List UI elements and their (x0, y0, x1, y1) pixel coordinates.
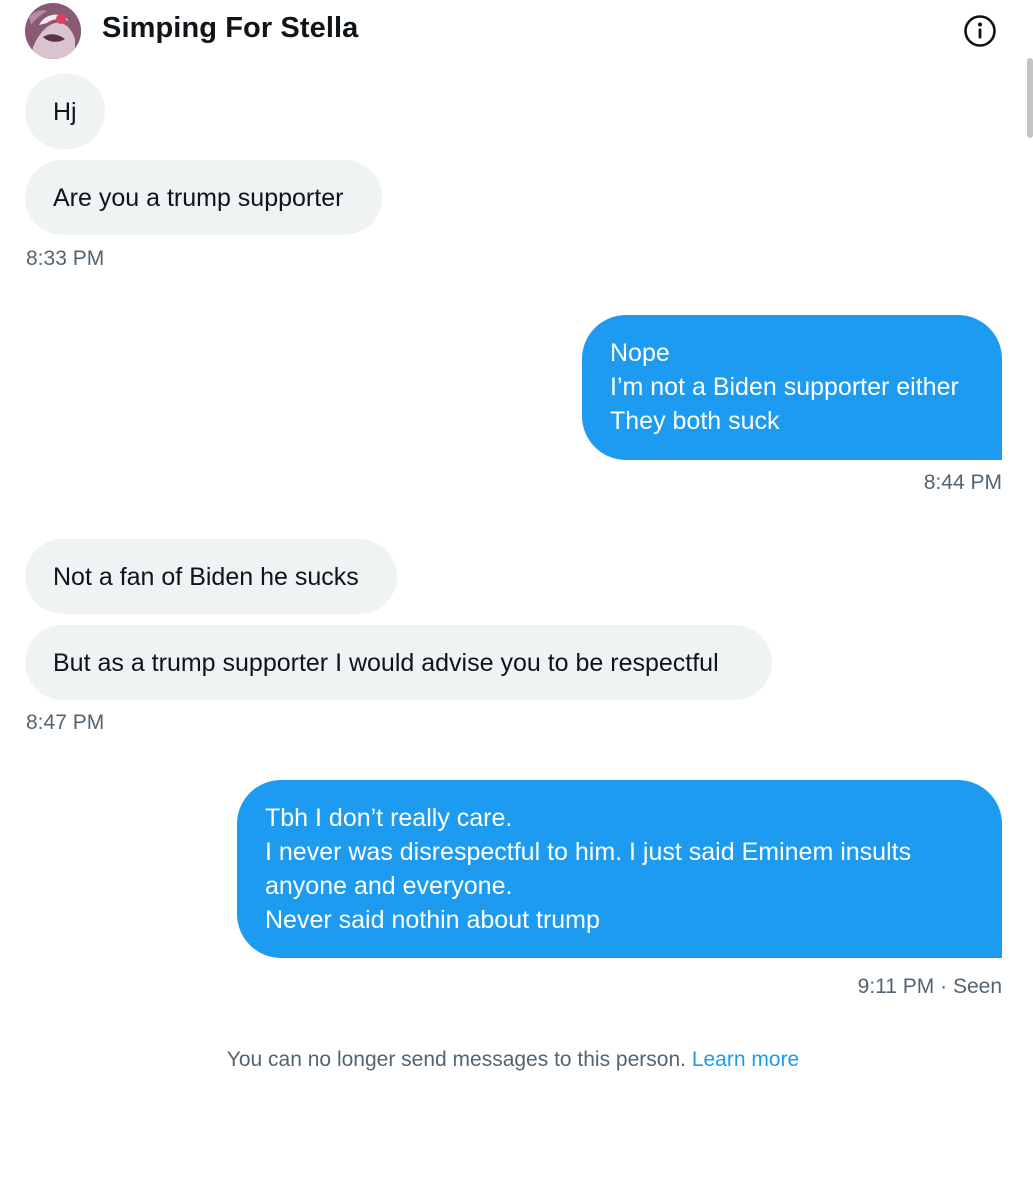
message-text: Are you a trump supporter (53, 183, 344, 212)
info-circle-icon (964, 15, 996, 47)
message-timestamp-seen: 9:11 PM · Seen (857, 975, 1002, 998)
message-bubble-incoming[interactable]: But as a trump supporter I would advise … (25, 625, 772, 700)
message-text: Not a fan of Biden he sucks (53, 562, 359, 591)
message-text-line: anyone and everyone. (265, 872, 513, 900)
message-text: But as a trump supporter I would advise … (53, 648, 719, 677)
message-timestamp: 8:47 PM (26, 711, 105, 734)
scrollbar[interactable] (1027, 0, 1033, 1200)
message-text-line: They both suck (610, 407, 780, 435)
message-text: Hj (53, 97, 77, 126)
message-bubble-outgoing[interactable]: Tbh I don’t really care. I never was dis… (237, 780, 1002, 958)
avatar[interactable] (25, 3, 81, 59)
message-text-line: I’m not a Biden supporter either (610, 373, 959, 401)
message-timestamp: 8:33 PM (26, 247, 105, 270)
message-bubble-incoming[interactable]: Hj (25, 74, 105, 149)
message-bubble-incoming[interactable]: Not a fan of Biden he sucks (25, 539, 397, 614)
conversation-title[interactable]: Simping For Stella (102, 12, 358, 45)
message-text-line: I never was disrespectful to him. I just… (265, 838, 912, 866)
message-text-line: Tbh I don’t really care. (265, 804, 513, 832)
avatar-image (25, 3, 81, 59)
blocked-notice: You can no longer send messages to this … (0, 1048, 1026, 1072)
info-button[interactable] (962, 13, 998, 49)
message-text-line: Never said nothin about trump (265, 906, 600, 934)
message-bubble-incoming[interactable]: Are you a trump supporter (25, 160, 382, 235)
blocked-notice-text: You can no longer send messages to this … (226, 1048, 686, 1071)
learn-more-link[interactable]: Learn more (692, 1048, 799, 1071)
message-bubble-outgoing[interactable]: Nope I’m not a Biden supporter either Th… (582, 315, 1002, 460)
scrollbar-thumb[interactable] (1027, 58, 1033, 138)
conversation-header: Simping For Stella (0, 0, 1033, 62)
message-timestamp: 8:44 PM (923, 471, 1002, 494)
message-text-line: Nope (610, 339, 670, 367)
